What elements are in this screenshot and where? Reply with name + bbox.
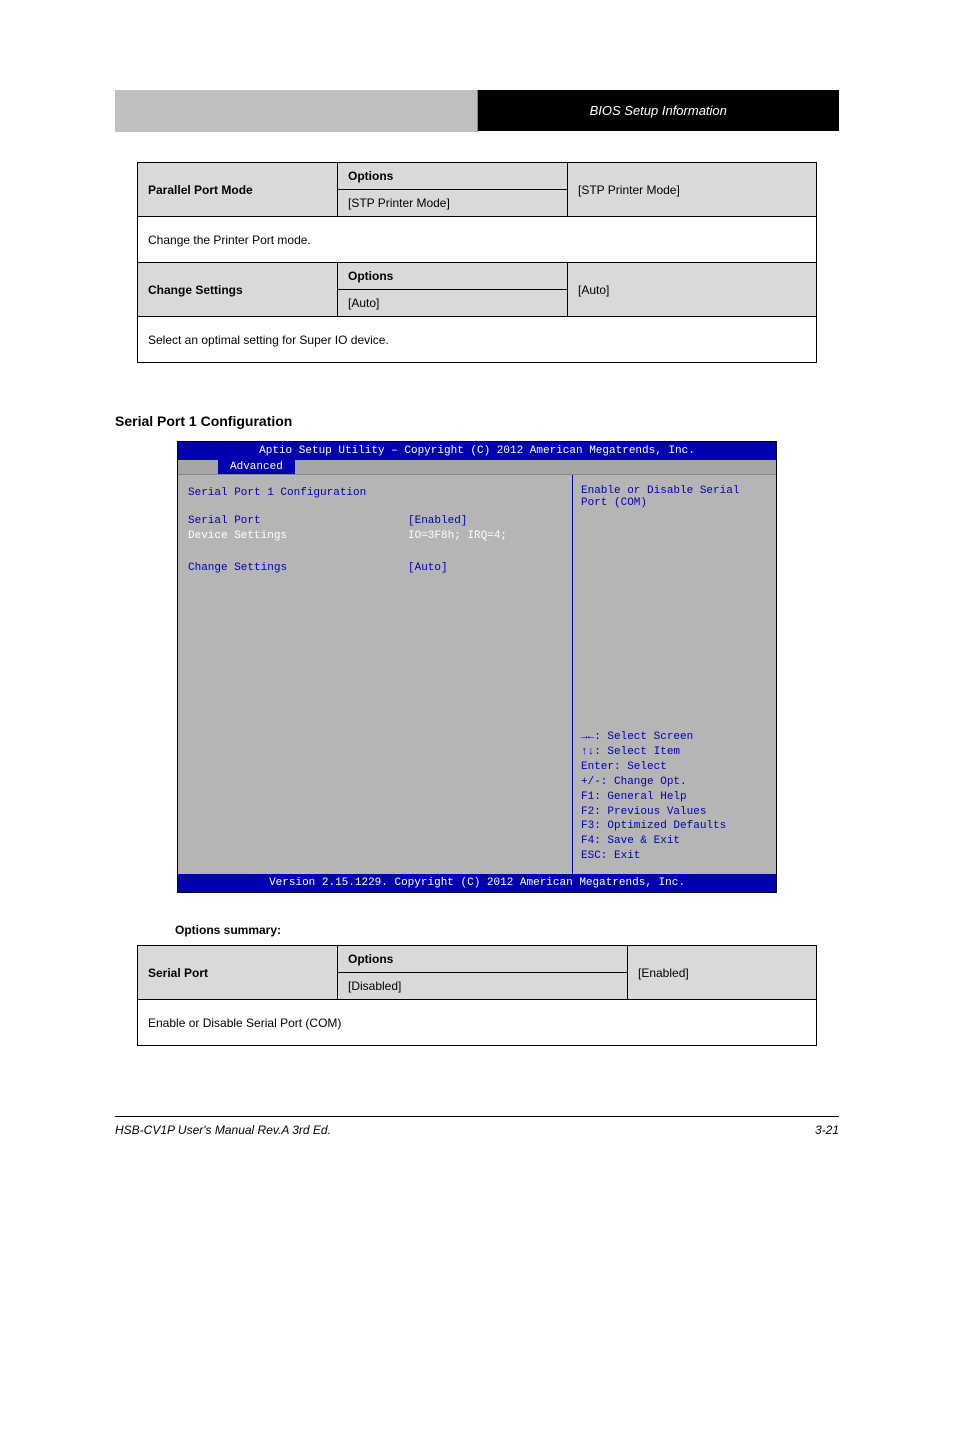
header-right-title: BIOS Setup Information (478, 90, 840, 132)
default-value-2: [Auto] (568, 263, 817, 317)
option-value-3: [Auto] (338, 290, 568, 317)
bios-spacer (188, 545, 562, 559)
header-title-text: BIOS Setup Information (590, 103, 727, 118)
bios-item-value: [Auto] (408, 562, 448, 574)
key-hint: ESC: Exit (581, 849, 768, 864)
parallel-port-mode-table: Parallel Port Mode Options [STP Printer … (137, 162, 817, 363)
footer-page-number: 3-21 (815, 1123, 839, 1137)
key-hint: F2: Previous Values (581, 805, 768, 820)
bios-help-text: Enable or Disable Serial Port (COM) (581, 485, 768, 509)
bios-footer-bar: Version 2.15.1229. Copyright (C) 2012 Am… (178, 874, 776, 892)
bios-row-change-settings[interactable]: Change Settings [Auto] (188, 562, 562, 574)
bios-item-label: Device Settings (188, 530, 408, 542)
bios-tab-advanced[interactable]: Advanced (218, 460, 295, 474)
bios-row-device-settings: Device Settings IO=3F8h; IRQ=4; (188, 530, 562, 542)
option-value: [STP Printer Mode] (338, 190, 568, 217)
bios-item-value: [Enabled] (408, 515, 467, 527)
bios-row-serial-port[interactable]: Serial Port [Enabled] (188, 515, 562, 527)
key-hint: Enter: Select (581, 760, 768, 775)
options-header: Options (338, 163, 568, 190)
group-label: Serial Port (138, 946, 338, 1000)
chapter-header: BIOS Setup Information (115, 90, 839, 132)
key-hint: F3: Optimized Defaults (581, 819, 768, 834)
description: Change the Printer Port mode. (138, 217, 817, 263)
bios-title-bar: Aptio Setup Utility – Copyright (C) 2012… (178, 442, 776, 460)
options-summary-label: Options summary: (175, 923, 914, 937)
default-value: [STP Printer Mode] (568, 163, 817, 217)
group-label: Parallel Port Mode (138, 163, 338, 217)
group-label-2: Change Settings (138, 263, 338, 317)
options-header: Options (338, 946, 628, 973)
key-hint: +/-: Change Opt. (581, 775, 768, 790)
bios-tab-row: Advanced (178, 460, 776, 474)
header-left-blank (115, 90, 478, 132)
bios-item-value: IO=3F8h; IRQ=4; (408, 530, 507, 542)
bios-key-legend: →←: Select Screen ↑↓: Select Item Enter:… (581, 730, 768, 864)
option-value: [Disabled] (338, 973, 628, 1000)
key-hint: F4: Save & Exit (581, 834, 768, 849)
key-hint: →←: Select Screen (581, 730, 768, 745)
key-hint: F1: General Help (581, 790, 768, 805)
footer-left: HSB-CV1P User's Manual Rev.A 3rd Ed. (115, 1123, 331, 1137)
bios-screenshot: Aptio Setup Utility – Copyright (C) 2012… (177, 441, 777, 893)
options-header-2: Options (338, 263, 568, 290)
default-value: [Enabled] (628, 946, 817, 1000)
bios-item-label: Change Settings (188, 562, 408, 574)
bios-left-pane: Serial Port 1 Configuration Serial Port … (178, 475, 573, 874)
description: Enable or Disable Serial Port (COM) (138, 1000, 817, 1046)
description-2: Select an optimal setting for Super IO d… (138, 317, 817, 363)
serial-port-table: Serial Port Options [Enabled] [Disabled]… (137, 945, 817, 1046)
key-hint: ↑↓: Select Item (581, 745, 768, 760)
bios-section-label: Serial Port 1 Configuration (188, 487, 562, 499)
bios-right-pane: Enable or Disable Serial Port (COM) →←: … (573, 475, 776, 874)
bios-item-label: Serial Port (188, 515, 408, 527)
section-heading: Serial Port 1 Configuration (115, 413, 914, 429)
page-footer: HSB-CV1P User's Manual Rev.A 3rd Ed. 3-2… (115, 1116, 839, 1137)
